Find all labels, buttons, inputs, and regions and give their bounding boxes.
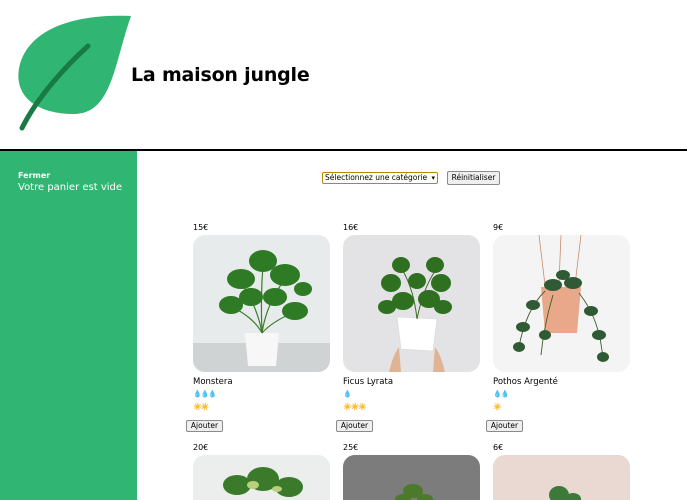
add-to-cart-button[interactable]: Ajouter bbox=[186, 420, 223, 432]
leaf-icon bbox=[18, 15, 131, 131]
plant-name: Monstera bbox=[193, 377, 233, 387]
plant-card: 25€ bbox=[343, 443, 480, 500]
plant-card-monstera: 15€ Monstera 💧💧💧 ☀️☀️ Ajouter bbox=[186, 223, 330, 443]
cart-sidebar: Fermer Votre panier est vide bbox=[0, 151, 137, 500]
plant-photo-ficus-lyrata bbox=[343, 235, 480, 372]
plant-price: 20€ bbox=[193, 443, 209, 452]
water-icon: 💧 bbox=[343, 390, 352, 398]
plant-card-ficus-lyrata: 16€ Ficus Lyrata 💧 ☀️☀️☀️ Ajouter bbox=[336, 223, 480, 443]
plant-price: 15€ bbox=[193, 223, 209, 232]
plant-card: 6€ bbox=[493, 443, 630, 500]
plant-photo-monstera bbox=[193, 235, 330, 372]
water-icon: 💧💧💧 bbox=[193, 390, 217, 398]
sun-icon: ☀️☀️☀️ bbox=[343, 403, 367, 411]
plant-name: Ficus Lyrata bbox=[343, 377, 394, 387]
site-header: La maison jungle bbox=[0, 0, 687, 151]
plant-price: 16€ bbox=[343, 223, 359, 232]
site-title: La maison jungle bbox=[131, 64, 310, 86]
plant-card: 20€ bbox=[193, 443, 330, 500]
reset-button[interactable]: Réinitialiser bbox=[447, 171, 500, 185]
plant-photo-pothos-argente bbox=[493, 235, 630, 372]
category-select-value: Sélectionnez une catégorie bbox=[325, 173, 428, 182]
category-select[interactable]: Sélectionnez une catégorie ▾ bbox=[322, 172, 438, 184]
cart-empty-text: Votre panier est vide bbox=[18, 182, 123, 193]
sun-icon: ☀️☀️ bbox=[193, 403, 209, 411]
plant-card-pothos-argente: 9€ Pothos Argenté 💧💧 ☀️ Ajouter bbox=[486, 223, 630, 443]
sun-icon: ☀️ bbox=[493, 403, 502, 411]
add-to-cart-button[interactable]: Ajouter bbox=[336, 420, 373, 432]
water-icon: 💧💧 bbox=[493, 390, 509, 398]
add-to-cart-button[interactable]: Ajouter bbox=[486, 420, 523, 432]
plant-price: 6€ bbox=[493, 443, 504, 452]
plant-photo bbox=[493, 455, 630, 500]
plant-photo bbox=[193, 455, 330, 500]
plant-name: Pothos Argenté bbox=[493, 377, 558, 387]
plant-photo bbox=[343, 455, 480, 500]
plant-price: 25€ bbox=[343, 443, 359, 452]
close-cart-button[interactable]: Fermer bbox=[18, 171, 50, 180]
chevron-down-icon: ▾ bbox=[431, 174, 435, 182]
plant-price: 9€ bbox=[493, 223, 504, 232]
